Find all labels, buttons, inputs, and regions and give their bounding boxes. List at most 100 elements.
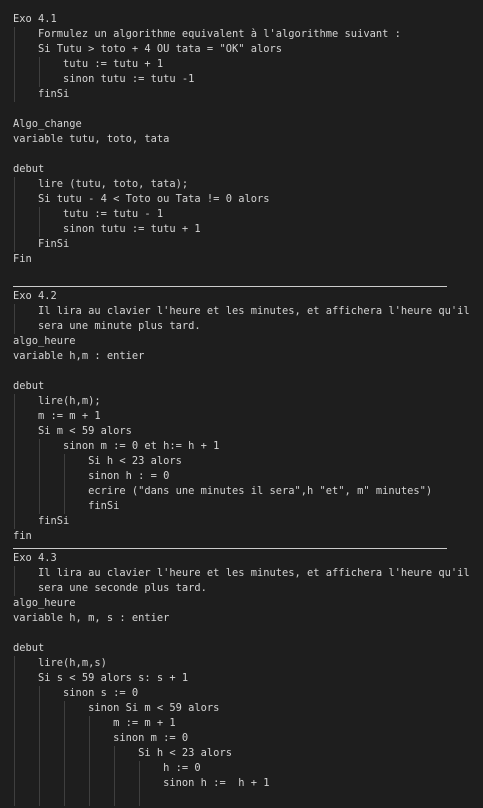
code-line[interactable]: tutu := tutu - 1 [0,207,483,222]
section-separator [0,544,483,551]
code-text: sinon h := h + 1 [13,777,270,789]
indent-guide [39,484,41,499]
code-text: sinon Si m < 59 alors [13,702,220,714]
code-line[interactable]: sera une seconde plus tard. [0,581,483,596]
code-line[interactable]: Formulez un algorithme equivalent à l'al… [0,27,483,42]
indent-guide [89,776,91,791]
code-line[interactable] [0,147,483,162]
code-line[interactable]: lire(h,m,s) [0,656,483,671]
code-line[interactable]: fin [0,529,483,544]
code-line[interactable]: variable tutu, toto, tata [0,132,483,147]
code-line[interactable]: finSi [0,499,483,514]
code-line[interactable]: Si h < 23 alors [0,454,483,469]
indent-guide [39,716,41,731]
code-text: Il lira au clavier l'heure et les minute… [13,567,470,579]
code-line[interactable]: FinSi [0,237,483,252]
code-line[interactable]: algo_heure [0,334,483,349]
code-line[interactable] [0,626,483,641]
indent-guide [14,484,15,499]
code-line[interactable]: Si s < 59 alors s: s + 1 [0,671,483,686]
code-line[interactable]: Il lira au clavier l'heure et les minute… [0,566,483,581]
code-line[interactable]: lire (tutu, toto, tata); [0,177,483,192]
code-text: algo_heure [13,597,76,609]
indent-guide [64,746,66,761]
code-line[interactable]: sinon m := 0 et h:= h + 1 [0,439,483,454]
code-text: finSi [13,500,120,512]
indent-guide [14,72,15,87]
code-text: Exo 4.2 [13,290,57,302]
code-line[interactable]: Si Tutu > toto + 4 OU tata = "OK" alors [0,42,483,57]
indent-guide [14,394,15,409]
code-line[interactable] [0,102,483,117]
indent-guide [14,409,15,424]
indent-guide [39,746,41,761]
code-line[interactable]: sinon tutu := tutu -1 [0,72,483,87]
code-line[interactable]: sinon h := h + 1 [0,776,483,791]
section-separator [0,282,483,289]
code-line[interactable]: debut [0,162,483,177]
indent-guide [14,222,15,237]
code-line[interactable]: debut [0,641,483,656]
code-line[interactable]: lire(h,m); [0,394,483,409]
code-line[interactable] [0,791,483,806]
code-text: variable tutu, toto, tata [13,133,170,145]
code-line[interactable]: sinon s := 0 [0,686,483,701]
code-line[interactable]: sinon m := 0 [0,731,483,746]
code-line[interactable]: Exo 4.2 [0,289,483,304]
code-line[interactable]: Si tutu - 4 < Toto ou Tata != 0 alors [0,192,483,207]
code-text: lire(h,m); [13,395,101,407]
code-text: debut [13,380,45,392]
code-line[interactable]: sinon Si m < 59 alors [0,701,483,716]
indent-guide [64,484,66,499]
code-line[interactable]: sera une minute plus tard. [0,319,483,334]
text-editor[interactable]: Exo 4.1 Formulez un algorithme equivalen… [0,0,483,808]
code-text: ecrire ("dans une minutes il sera",h "et… [13,485,433,497]
code-line[interactable]: debut [0,379,483,394]
code-line[interactable]: Il lira au clavier l'heure et les minute… [0,304,483,319]
code-text: finSi [13,88,70,100]
code-text: lire(h,m,s) [13,657,107,669]
code-line[interactable]: tutu := tutu + 1 [0,57,483,72]
indent-guide [39,776,41,791]
indent-guide [39,791,41,806]
code-line[interactable]: finSi [0,87,483,102]
code-line[interactable]: m := m + 1 [0,409,483,424]
code-line[interactable] [0,267,483,282]
code-text: sinon m := 0 et h:= h + 1 [13,440,220,452]
code-text: fin [13,530,32,542]
code-line[interactable] [0,364,483,379]
indent-guide [114,746,116,761]
code-text: Il lira au clavier l'heure et les minute… [13,305,470,317]
code-line[interactable]: finSi [0,514,483,529]
code-line[interactable]: h := 0 [0,761,483,776]
indent-guide [39,686,41,701]
indent-guide [14,746,15,761]
code-line[interactable]: m := m + 1 [0,716,483,731]
code-text: debut [13,642,45,654]
indent-guide [64,776,66,791]
code-line[interactable]: Si m < 59 alors [0,424,483,439]
code-line[interactable]: variable h, m, s : entier [0,611,483,626]
indent-guide [14,454,15,469]
code-text: Si s < 59 alors s: s + 1 [13,672,189,684]
indent-guide [64,469,66,484]
code-text: h := 0 [13,762,201,774]
code-line[interactable]: Exo 4.3 [0,551,483,566]
code-line[interactable]: Algo_change [0,117,483,132]
code-text: sera une seconde plus tard. [13,582,207,594]
code-line[interactable]: variable h,m : entier [0,349,483,364]
code-line[interactable]: sinon h : = 0 [0,469,483,484]
code-line[interactable]: algo_heure [0,596,483,611]
code-line[interactable]: ecrire ("dans une minutes il sera",h "et… [0,484,483,499]
indent-guide [64,791,66,806]
code-line[interactable]: Exo 4.1 [0,12,483,27]
code-line[interactable]: Si h < 23 alors [0,746,483,761]
indent-guide [14,27,15,42]
code-line[interactable]: sinon tutu := tutu + 1 [0,222,483,237]
code-text: tutu := tutu + 1 [13,58,164,70]
code-line[interactable]: Fin [0,252,483,267]
indent-guide [89,731,91,746]
code-text: m := m + 1 [13,717,176,729]
indent-guide [14,87,15,102]
indent-guide [139,791,141,806]
